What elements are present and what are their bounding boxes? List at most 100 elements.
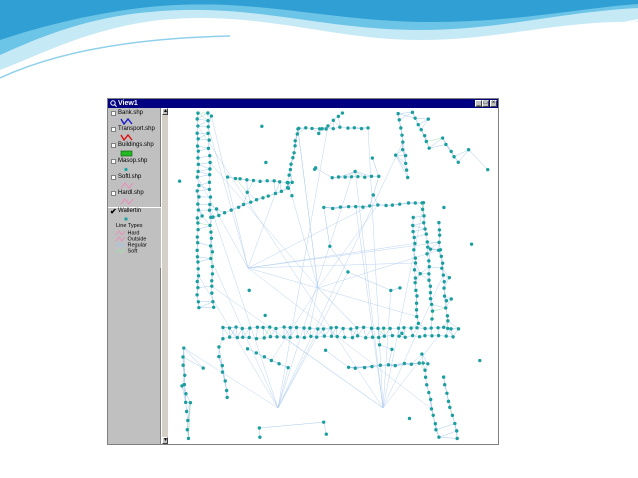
window-titlebar[interactable]: View1 _ □ × xyxy=(108,99,498,108)
tin-node xyxy=(264,160,268,165)
tin-node xyxy=(445,326,450,331)
tin-node xyxy=(427,390,431,395)
tin-node xyxy=(397,118,401,122)
window-title: View1 xyxy=(118,100,138,107)
tin-node xyxy=(429,326,433,330)
tin-node xyxy=(349,327,353,331)
tin-node xyxy=(428,397,433,402)
tin-edge xyxy=(317,287,357,328)
tin-node xyxy=(180,384,184,388)
tin-node xyxy=(446,319,450,323)
tin-node xyxy=(386,363,391,367)
tin-node xyxy=(217,345,221,349)
tin-node xyxy=(404,161,408,166)
tin-node xyxy=(195,216,200,220)
checked-checkmark-icon[interactable]: ✔ xyxy=(110,208,117,216)
tin-network-map[interactable] xyxy=(168,108,498,444)
tin-node xyxy=(238,177,242,181)
layer-visibility-checkbox[interactable] xyxy=(111,143,116,148)
tin-node xyxy=(288,167,293,172)
tin-node xyxy=(437,435,441,439)
layer-bank[interactable]: Bank.shp xyxy=(108,110,161,126)
layer-visibility-checkbox[interactable] xyxy=(111,191,116,196)
tin-edge xyxy=(382,275,444,409)
tin-node xyxy=(338,125,342,129)
tin-node xyxy=(402,325,406,330)
tin-edge xyxy=(325,350,349,368)
tin-node xyxy=(197,195,201,199)
tin-edge xyxy=(209,204,279,409)
tin-node xyxy=(445,391,449,395)
map-canvas[interactable] xyxy=(168,108,498,444)
layer-wallertin[interactable]: ✔ Wallertin Line Types Hard Outside Regu… xyxy=(108,207,161,268)
tin-node xyxy=(384,203,388,208)
tin-node xyxy=(354,204,358,209)
view-window[interactable]: View1 _ □ × Bank.shp Transport.shp Build… xyxy=(107,98,499,445)
tin-node xyxy=(455,436,459,441)
blue-line-icon xyxy=(120,118,133,125)
tin-node xyxy=(196,227,200,232)
tin-node xyxy=(197,305,201,310)
tin-node xyxy=(436,248,441,253)
layer-name: Masop.shp xyxy=(118,158,148,164)
tin-node xyxy=(321,327,326,331)
tin-node xyxy=(322,205,326,210)
tin-node xyxy=(433,422,438,426)
tin-node xyxy=(378,363,383,367)
layer-buildings[interactable]: Buildings.shp xyxy=(108,142,161,158)
tin-node xyxy=(208,223,212,228)
layer-transport[interactable]: Transport.shp xyxy=(108,126,161,142)
layer-name: Hardl.shp xyxy=(118,190,144,196)
layer-name: Transport.shp xyxy=(118,126,155,132)
tin-node xyxy=(440,136,445,140)
tin-node xyxy=(183,373,187,378)
tin-node xyxy=(209,230,213,234)
close-button[interactable]: × xyxy=(490,100,497,107)
tin-node xyxy=(427,265,431,269)
tin-node xyxy=(390,203,395,207)
tin-node xyxy=(291,156,295,160)
tin-node xyxy=(184,409,189,414)
tin-node xyxy=(421,361,425,365)
tin-node xyxy=(184,400,188,405)
maximize-button[interactable]: □ xyxy=(482,100,489,107)
tin-node xyxy=(331,126,335,131)
tin-node xyxy=(370,335,375,339)
tin-node xyxy=(296,127,300,131)
tin-node xyxy=(456,160,460,164)
tin-node xyxy=(448,405,452,410)
toc-scrollbar[interactable]: ▲ ▼ xyxy=(161,108,168,444)
tin-node xyxy=(282,335,286,339)
tin-node xyxy=(222,211,227,215)
tin-node xyxy=(422,214,426,218)
layer-softl[interactable]: Softl.shp xyxy=(108,174,161,190)
tin-node xyxy=(275,335,279,339)
tin-node xyxy=(294,325,299,330)
tin-node xyxy=(247,335,251,340)
tin-node xyxy=(196,267,200,271)
tin-node xyxy=(336,114,341,119)
tin-node xyxy=(323,348,328,352)
tin-node xyxy=(393,363,397,368)
table-of-contents: Bank.shp Transport.shp Buildings.shp Mas… xyxy=(108,108,161,444)
minimize-button[interactable]: _ xyxy=(475,100,482,107)
layer-visibility-checkbox[interactable] xyxy=(111,111,116,116)
tin-edge xyxy=(438,430,457,438)
tin-edge xyxy=(414,233,427,238)
layer-masop[interactable]: Masop.shp xyxy=(108,158,161,174)
tin-node xyxy=(413,276,418,280)
layer-visibility-checkbox[interactable] xyxy=(111,127,116,132)
layer-visibility-checkbox[interactable] xyxy=(111,159,116,164)
tin-node xyxy=(248,326,252,330)
tin-node xyxy=(396,111,400,116)
tin-node xyxy=(331,206,335,211)
tin-node xyxy=(371,193,375,197)
tin-node xyxy=(452,155,456,159)
layer-hardl[interactable]: Hardl.shp xyxy=(108,190,161,206)
tin-node xyxy=(425,252,429,256)
tin-node xyxy=(195,189,199,193)
tin-node xyxy=(211,305,216,309)
tin-node xyxy=(369,326,374,330)
tin-node xyxy=(196,260,200,264)
layer-visibility-checkbox[interactable] xyxy=(111,175,116,180)
